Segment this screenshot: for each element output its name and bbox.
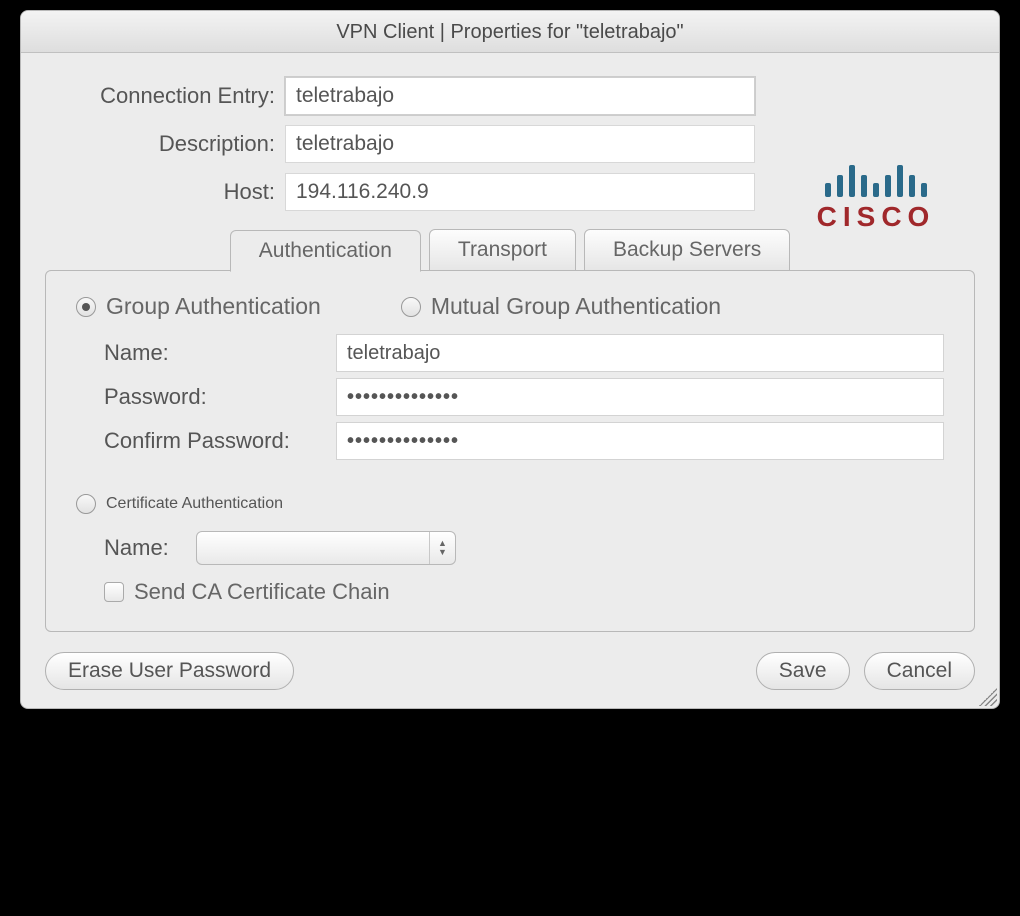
tab-backup-servers[interactable]: Backup Servers xyxy=(584,229,790,271)
radio-icon xyxy=(76,297,96,317)
dialog-footer: Erase User Password Save Cancel xyxy=(45,652,975,690)
vpn-properties-window: VPN Client | Properties for "teletrabajo… xyxy=(20,10,1000,709)
mutual-group-auth-label: Mutual Group Authentication xyxy=(431,293,721,320)
select-arrows-icon: ▲▼ xyxy=(429,532,455,564)
group-password-input[interactable] xyxy=(336,378,944,416)
cisco-logo-bars-icon xyxy=(801,153,951,197)
radio-icon xyxy=(76,494,96,514)
connection-entry-input[interactable] xyxy=(285,77,755,115)
tab-bar: Authentication Transport Backup Servers xyxy=(45,229,975,271)
group-password-label: Password: xyxy=(76,384,336,410)
authentication-panel: Group Authentication Mutual Group Authen… xyxy=(45,270,975,632)
cert-name-select[interactable]: ▲▼ xyxy=(196,531,456,565)
cisco-logo: CISCO xyxy=(801,153,951,233)
description-input[interactable] xyxy=(285,125,755,163)
group-auth-label: Group Authentication xyxy=(106,293,321,320)
mutual-group-auth-radio[interactable]: Mutual Group Authentication xyxy=(401,293,721,320)
group-confirm-password-label: Confirm Password: xyxy=(76,428,336,454)
group-confirm-password-input[interactable] xyxy=(336,422,944,460)
save-button[interactable]: Save xyxy=(756,652,850,690)
certificate-auth-radio[interactable]: Certificate Authentication xyxy=(76,494,283,514)
erase-user-password-button[interactable]: Erase User Password xyxy=(45,652,294,690)
group-auth-radio[interactable]: Group Authentication xyxy=(76,293,321,320)
host-label: Host: xyxy=(45,179,285,205)
group-name-input[interactable] xyxy=(336,334,944,372)
connection-entry-label: Connection Entry: xyxy=(45,83,285,109)
group-name-label: Name: xyxy=(76,340,336,366)
send-ca-chain-checkbox[interactable] xyxy=(104,582,124,602)
send-ca-chain-label: Send CA Certificate Chain xyxy=(134,579,390,605)
certificate-auth-label: Certificate Authentication xyxy=(106,495,283,513)
window-title: VPN Client | Properties for "teletrabajo… xyxy=(21,11,999,53)
cert-name-label: Name: xyxy=(76,535,196,561)
description-label: Description: xyxy=(45,131,285,157)
tab-transport[interactable]: Transport xyxy=(429,229,576,271)
content-area: CISCO Connection Entry: Description: Hos… xyxy=(21,53,999,708)
host-input[interactable] xyxy=(285,173,755,211)
tab-authentication[interactable]: Authentication xyxy=(230,230,421,272)
radio-icon xyxy=(401,297,421,317)
cancel-button[interactable]: Cancel xyxy=(864,652,975,690)
resize-handle-icon[interactable] xyxy=(979,688,997,706)
